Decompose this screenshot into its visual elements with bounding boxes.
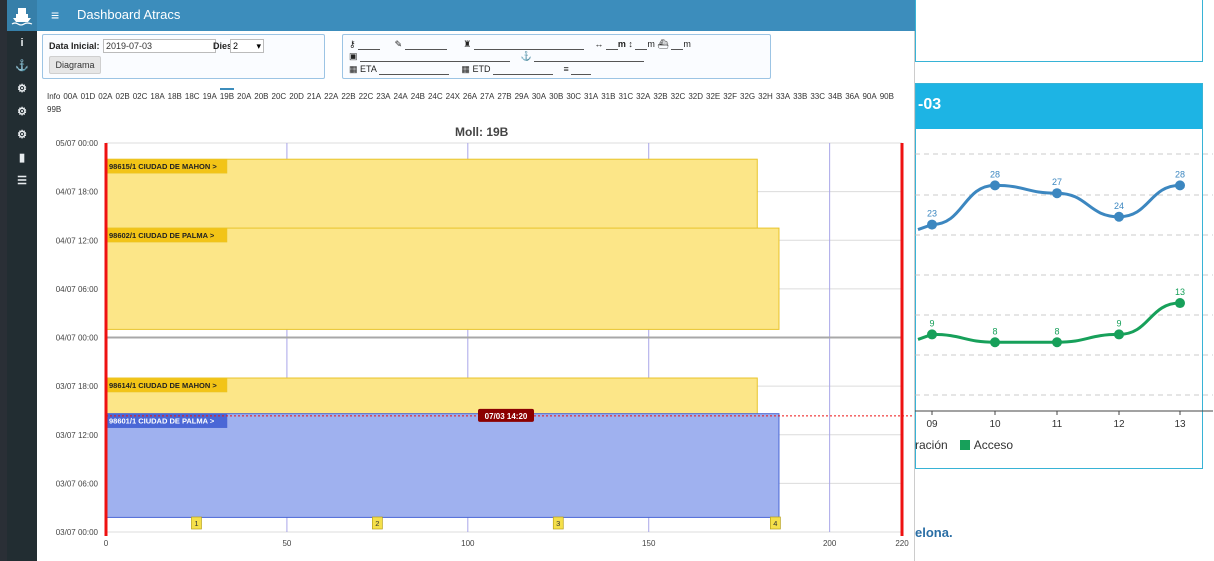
bollard-marker-label: 3 [556,519,560,528]
x-tick-label: 0 [104,539,109,548]
chart-data-label: 13 [1175,287,1185,297]
legend-label-acceso: Acceso [973,438,1014,452]
chart-data-label: 28 [990,169,1000,179]
berth-bar-label: 98601/1 CIUDAD DE PALMA > [109,417,215,426]
chart-data-label: 23 [927,209,937,219]
chart-point [1175,298,1185,309]
y-tick-label: 05/07 00:00 [56,139,99,148]
berth-bar-label: 98614/1 CIUDAD DE MAHON > [109,381,217,390]
x-tick-label: 200 [823,539,837,548]
chart-point [1114,211,1124,222]
y-tick-label: 04/07 12:00 [56,236,99,245]
chart-series-line [917,183,1181,232]
berth-bar-label: 98602/1 CIUDAD DE PALMA > [109,231,215,240]
chart-point [990,337,1000,348]
legend-partial-label: ración [915,438,948,452]
current-time-label: 07/03 14:20 [485,412,528,421]
chart-series-line [917,301,1181,344]
chart-x-label: 09 [926,419,938,430]
chart-point [927,329,937,340]
y-tick-label: 03/07 12:00 [56,431,99,440]
x-tick-label: 50 [282,539,291,548]
chart-legend: ración Acceso [915,438,1013,452]
chart-point [1114,329,1124,340]
x-tick-label: 150 [642,539,656,548]
chart-point [1052,337,1062,348]
legend-swatch-acceso [959,440,970,450]
x-tick-label: 220 [895,539,909,548]
chart-point [1052,188,1062,199]
chart-data-label: 9 [929,318,934,328]
chart-data-label: 9 [1116,318,1121,328]
chart-x-label: 13 [1174,419,1186,430]
bollard-marker-label: 2 [375,519,379,528]
dashboard-window: ≡ Dashboard Atracs i ⚓ ⚙ ⚙ ⚙ ▮ ☰ Data In… [0,0,915,561]
chart-x-label: 11 [1052,419,1063,430]
chart-card-title: -03 [916,84,1202,129]
chart-data-label: 27 [1052,177,1062,187]
chart-point [990,180,1000,191]
berth-bar [105,413,780,518]
berth-gantt-chart: 05/07 00:00 04/07 18:00 04/07 12:00 04/07 0… [56,139,913,548]
chart-data-label: 8 [1054,326,1059,336]
y-tick-label: 03/07 18:00 [56,382,99,391]
chart-x-label: 10 [989,419,1001,430]
background-line-chart: 09 10 11 12 13 23 28 27 24 28 9 8 8 9 13 [915,153,1213,430]
y-tick-label: 03/07 06:00 [56,479,99,488]
background-footer-text: elona. [915,525,953,540]
y-tick-label: 04/07 18:00 [56,188,99,197]
x-tick-label: 100 [461,539,475,548]
bollard-marker-label: 1 [194,519,198,528]
y-tick-label: 03/07 00:00 [56,528,99,537]
bollard-marker-label: 4 [773,519,777,528]
chart-point [927,219,937,230]
chart-point [1175,180,1185,191]
y-tick-label: 04/07 06:00 [56,285,99,294]
background-card [915,0,1203,62]
y-tick-label: 04/07 00:00 [56,334,99,343]
berth-bar [105,227,780,330]
berth-bar-label: 98615/1 CIUDAD DE MAHON > [109,162,217,171]
chart-x-label: 12 [1113,419,1125,430]
chart-data-label: 28 [1175,169,1185,179]
chart-data-label: 24 [1114,201,1124,211]
chart-data-label: 8 [992,326,997,336]
